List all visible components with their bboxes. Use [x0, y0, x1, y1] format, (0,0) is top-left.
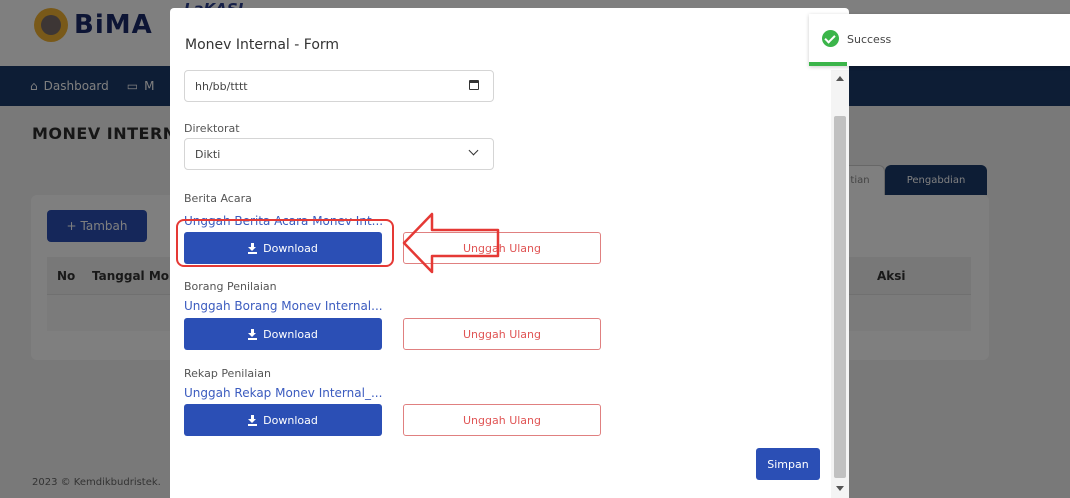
- check-circle-icon: [822, 30, 839, 47]
- borang-penilaian-label: Borang Penilaian: [184, 280, 277, 293]
- rekap-file-link[interactable]: Unggah Rekap Monev Internal_...: [184, 386, 382, 400]
- annotation-highlight-box: [176, 219, 394, 267]
- berita-acara-label: Berita Acara: [184, 192, 252, 205]
- download-icon: [248, 414, 258, 426]
- download-label: Download: [263, 413, 318, 427]
- direktorat-value: Dikti: [195, 148, 221, 161]
- direktorat-select[interactable]: Dikti: [184, 138, 494, 170]
- scroll-down-icon[interactable]: [836, 486, 844, 491]
- modal-header: Monev Internal - Form: [170, 8, 849, 70]
- rekap-download-button[interactable]: Download: [184, 404, 382, 436]
- tanggal-value: hh/bb/tttt: [195, 80, 248, 93]
- chevron-down-icon: [468, 145, 479, 156]
- download-label: Download: [263, 327, 318, 341]
- annotation-arrow-icon: [402, 212, 500, 274]
- rekap-reupload-button[interactable]: Unggah Ulang: [403, 404, 601, 436]
- modal-title: Monev Internal - Form: [185, 37, 340, 53]
- direktorat-label: Direktorat: [184, 122, 240, 135]
- modal-scrollbar[interactable]: [831, 70, 849, 498]
- modal-body: hh/bb/tttt Direktorat Dikti Berita Acara…: [170, 70, 830, 498]
- rekap-penilaian-label: Rekap Penilaian: [184, 367, 271, 380]
- scroll-thumb[interactable]: [834, 116, 846, 478]
- tanggal-input[interactable]: hh/bb/tttt: [184, 70, 494, 102]
- success-toast[interactable]: Success: [809, 14, 1070, 66]
- download-icon: [248, 328, 258, 340]
- borang-file-link[interactable]: Unggah Borang Monev Internal...: [184, 299, 383, 313]
- scroll-up-icon[interactable]: [836, 76, 844, 81]
- calendar-icon[interactable]: [469, 80, 479, 90]
- borang-download-button[interactable]: Download: [184, 318, 382, 350]
- toast-progress-bar: [809, 62, 847, 66]
- simpan-button[interactable]: Simpan: [756, 448, 820, 480]
- toast-message: Success: [847, 33, 892, 46]
- borang-reupload-button[interactable]: Unggah Ulang: [403, 318, 601, 350]
